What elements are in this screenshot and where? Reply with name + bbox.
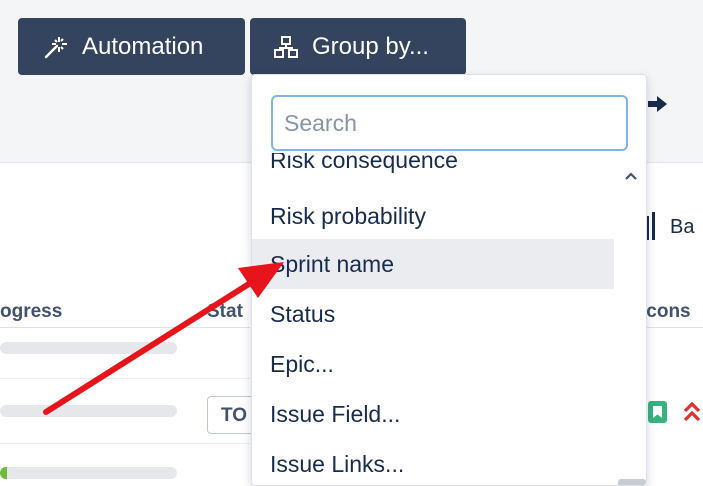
menu-item-risk-probability[interactable]: Risk probability [252, 191, 614, 241]
arrow-right-icon[interactable] [648, 96, 668, 112]
progress-bar [0, 342, 177, 354]
group-by-label: Group by... [312, 32, 429, 60]
magic-wand-icon [44, 35, 68, 59]
header-divider [0, 327, 250, 328]
group-by-options: Risk consequence Risk probability Sprint… [252, 153, 614, 485]
progress-bar [0, 467, 177, 479]
column-header-progress[interactable]: ogress [0, 301, 62, 323]
progress-fill [0, 467, 8, 479]
menu-item-issue-links[interactable]: Issue Links... [252, 439, 614, 485]
dropdown-scrollbar[interactable] [614, 159, 646, 485]
column-header-icons[interactable]: Icons [641, 301, 691, 323]
hierarchy-icon [274, 35, 298, 59]
group-by-button[interactable]: Group by... [250, 18, 466, 75]
bookmark-icon [648, 401, 667, 423]
search-input[interactable] [271, 95, 628, 151]
column-header-status[interactable]: Stat [207, 301, 243, 323]
group-by-dropdown: Risk consequence Risk probability Sprint… [251, 74, 647, 486]
double-chevron-up-icon [682, 401, 702, 423]
menu-item-risk-consequence[interactable]: Risk consequence [252, 153, 614, 185]
menu-item-sprint-name[interactable]: Sprint name [252, 239, 614, 289]
automation-label: Automation [82, 32, 204, 60]
row-divider [0, 378, 250, 379]
baseline-label[interactable]: Ba [670, 216, 694, 239]
chevron-up-icon[interactable] [623, 169, 639, 181]
progress-bar [0, 405, 177, 417]
header-divider-right [646, 327, 703, 328]
menu-item-epic[interactable]: Epic... [252, 339, 614, 389]
scroll-thumb[interactable] [618, 479, 646, 485]
row-divider [0, 443, 250, 444]
menu-item-issue-field[interactable]: Issue Field... [252, 389, 614, 439]
menu-item-status[interactable]: Status [252, 289, 614, 339]
columns-icon[interactable] [646, 212, 656, 240]
automation-button[interactable]: Automation [18, 18, 245, 75]
